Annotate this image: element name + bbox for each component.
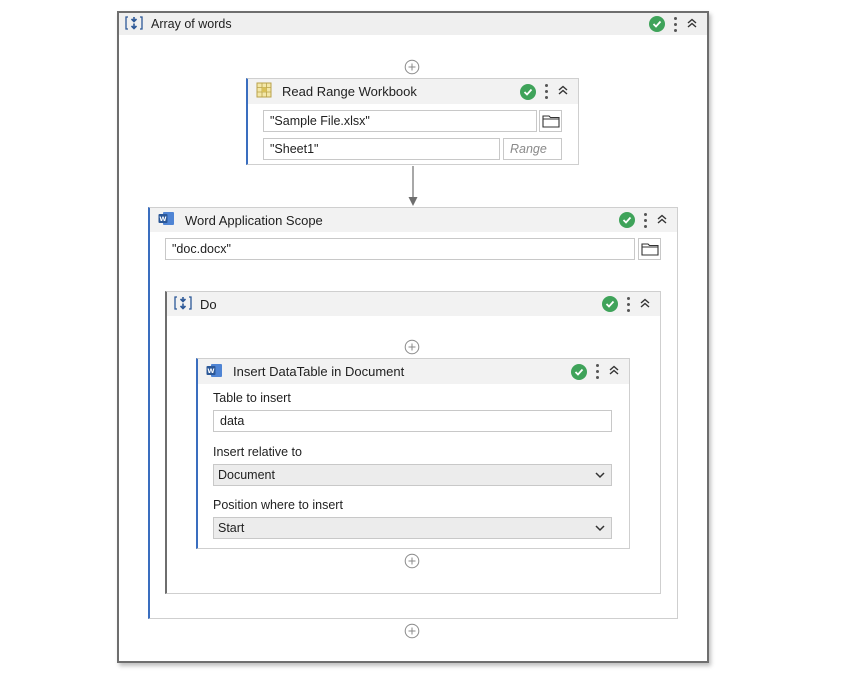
do-sequence-title: Do xyxy=(200,296,217,312)
browse-folder-button[interactable] xyxy=(539,110,562,132)
svg-text:W: W xyxy=(159,215,166,223)
kebab-icon[interactable] xyxy=(593,364,601,379)
check-icon xyxy=(619,212,635,228)
collapse-icon[interactable] xyxy=(655,212,669,229)
read-range-title: Read Range Workbook xyxy=(282,84,417,99)
range-field[interactable]: Range xyxy=(503,138,562,160)
collapse-icon[interactable] xyxy=(685,16,699,33)
word-icon: W xyxy=(206,363,223,381)
kebab-icon[interactable] xyxy=(624,296,632,312)
outer-sequence-header[interactable]: Array of words xyxy=(119,13,707,35)
collapse-icon[interactable] xyxy=(638,296,652,313)
check-icon xyxy=(649,16,665,32)
folder-icon xyxy=(640,243,659,256)
insert-relative-select[interactable]: Document xyxy=(213,464,612,486)
connector-arrow xyxy=(408,166,418,206)
word-scope-header[interactable]: W Word Application Scope xyxy=(150,208,677,232)
collapse-icon[interactable] xyxy=(607,363,621,380)
add-activity-icon[interactable] xyxy=(404,623,420,644)
add-activity-icon[interactable] xyxy=(404,339,420,360)
collapse-icon[interactable] xyxy=(556,83,570,100)
read-range-header[interactable]: Read Range Workbook xyxy=(248,79,578,104)
browse-folder-button[interactable] xyxy=(638,238,661,260)
workbook-path-field[interactable]: "Sample File.xlsx" xyxy=(263,110,537,132)
insert-relative-label: Insert relative to xyxy=(213,445,302,459)
table-to-insert-field[interactable]: data xyxy=(213,410,612,432)
check-icon xyxy=(571,363,587,380)
check-icon xyxy=(602,296,618,312)
position-label: Position where to insert xyxy=(213,498,343,512)
kebab-icon[interactable] xyxy=(641,212,649,228)
excel-range-icon xyxy=(256,82,272,101)
chevron-down-icon xyxy=(595,471,605,478)
kebab-icon[interactable] xyxy=(671,16,679,32)
sheet-name-field[interactable]: "Sheet1" xyxy=(263,138,500,160)
position-select[interactable]: Start xyxy=(213,517,612,539)
do-sequence-header[interactable]: Do xyxy=(167,292,660,316)
add-activity-icon[interactable] xyxy=(404,59,420,80)
kebab-icon[interactable] xyxy=(542,84,550,99)
sequence-icon xyxy=(125,15,143,34)
insert-datatable-header[interactable]: W Insert DataTable in Document xyxy=(198,359,629,384)
word-scope-title: Word Application Scope xyxy=(185,212,323,228)
chevron-down-icon xyxy=(595,524,605,531)
add-activity-icon[interactable] xyxy=(404,553,420,574)
word-icon: W xyxy=(158,211,175,229)
sequence-icon xyxy=(174,295,192,314)
folder-icon xyxy=(541,115,560,128)
position-value: Start xyxy=(218,521,245,535)
insert-relative-value: Document xyxy=(218,468,275,482)
insert-datatable-title: Insert DataTable in Document xyxy=(233,364,405,379)
svg-text:W: W xyxy=(207,367,214,375)
table-to-insert-label: Table to insert xyxy=(213,391,291,405)
check-icon xyxy=(520,83,536,100)
outer-sequence-title: Array of words xyxy=(151,17,232,31)
document-path-field[interactable]: "doc.docx" xyxy=(165,238,635,260)
